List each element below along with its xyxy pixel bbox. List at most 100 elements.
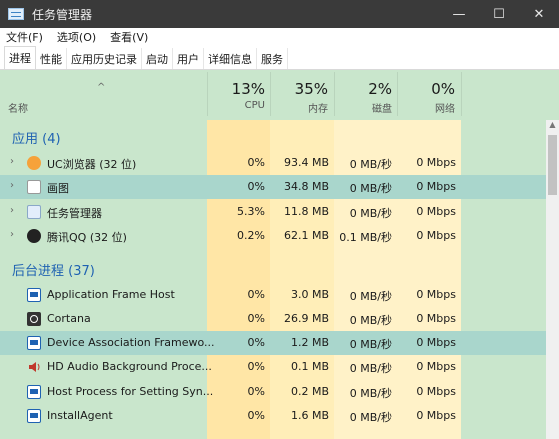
scroll-up-icon[interactable]: ▲ bbox=[546, 120, 559, 133]
table-row[interactable]: Host Process for Setting Syn... 0% 0.2 M… bbox=[0, 380, 546, 404]
disk-total-percent: 2% bbox=[368, 80, 392, 98]
window-title: 任务管理器 bbox=[32, 7, 93, 22]
memory-value: 93.4 MB bbox=[283, 156, 329, 169]
menu-bar: 文件(F) 选项(O) 查看(V) bbox=[0, 28, 559, 46]
memory-value: 34.8 MB bbox=[283, 180, 329, 193]
network-value: 0 Mbps bbox=[416, 360, 456, 373]
cpu-value: 0% bbox=[247, 180, 265, 193]
window-icon bbox=[27, 336, 41, 350]
window-icon bbox=[27, 409, 41, 423]
process-name: 任务管理器 bbox=[47, 207, 102, 220]
close-button[interactable]: ✕ bbox=[519, 0, 559, 28]
disk-value: 0 MB/秒 bbox=[349, 207, 392, 220]
memory-value: 0.2 MB bbox=[290, 385, 329, 398]
network-value: 0 Mbps bbox=[416, 409, 456, 422]
scrollbar-thumb[interactable] bbox=[548, 135, 557, 195]
window-icon bbox=[27, 288, 41, 302]
network-value: 0 Mbps bbox=[416, 180, 456, 193]
process-name: Device Association Framewo... bbox=[47, 336, 215, 349]
column-network-header[interactable]: 0% 网络 bbox=[395, 80, 455, 115]
tab-services[interactable]: 服务 bbox=[257, 48, 288, 69]
speaker-icon bbox=[27, 360, 41, 374]
disk-value: 0.1 MB/秒 bbox=[339, 231, 392, 244]
process-name: HD Audio Background Proce... bbox=[47, 360, 212, 373]
disk-value: 0 MB/秒 bbox=[349, 362, 392, 375]
expand-chevron-icon[interactable]: › bbox=[10, 156, 14, 167]
cpu-value: 0% bbox=[247, 360, 265, 373]
cpu-label: CPU bbox=[244, 100, 265, 111]
expand-chevron-icon[interactable]: › bbox=[10, 229, 14, 240]
tab-details[interactable]: 详细信息 bbox=[204, 48, 257, 69]
network-total-percent: 0% bbox=[431, 80, 455, 98]
minimize-button[interactable]: — bbox=[439, 0, 479, 28]
table-row[interactable]: › 任务管理器 5.3% 11.8 MB 0 MB/秒 0 Mbps bbox=[0, 200, 546, 224]
memory-value: 11.8 MB bbox=[283, 205, 329, 218]
process-name: Cortana bbox=[47, 312, 91, 325]
vertical-scrollbar[interactable]: ▲ bbox=[546, 120, 559, 439]
memory-total-percent: 35% bbox=[294, 80, 328, 98]
table-row[interactable]: › 画图 0% 34.8 MB 0 MB/秒 0 Mbps bbox=[0, 175, 546, 199]
process-name: UC浏览器 (32 位) bbox=[47, 158, 137, 171]
menu-file[interactable]: 文件(F) bbox=[6, 29, 43, 45]
network-label: 网络 bbox=[435, 104, 455, 115]
cpu-value: 0% bbox=[247, 156, 265, 169]
group-apps-header[interactable]: 应用 (4) bbox=[12, 128, 61, 147]
title-bar: 任务管理器 — ☐ ✕ bbox=[0, 0, 559, 28]
memory-value: 1.2 MB bbox=[290, 336, 329, 349]
paint-icon bbox=[27, 180, 41, 194]
expand-chevron-icon[interactable]: › bbox=[10, 180, 14, 191]
network-value: 0 Mbps bbox=[416, 156, 456, 169]
column-disk-header[interactable]: 2% 磁盘 bbox=[332, 80, 392, 115]
tab-users[interactable]: 用户 bbox=[173, 48, 204, 69]
table-row[interactable]: › UC浏览器 (32 位) 0% 93.4 MB 0 MB/秒 0 Mbps bbox=[0, 151, 546, 175]
table-row[interactable]: › 腾讯QQ (32 位) 0.2% 62.1 MB 0.1 MB/秒 0 Mb… bbox=[0, 224, 546, 248]
expand-chevron-icon[interactable]: › bbox=[10, 205, 14, 216]
memory-value: 0.1 MB bbox=[290, 360, 329, 373]
network-value: 0 Mbps bbox=[416, 385, 456, 398]
cpu-value: 0% bbox=[247, 409, 265, 422]
tab-app-history[interactable]: 应用历史记录 bbox=[67, 48, 142, 69]
disk-value: 0 MB/秒 bbox=[349, 338, 392, 351]
memory-value: 1.6 MB bbox=[290, 409, 329, 422]
tab-bar: 进程 性能 应用历史记录 启动 用户 详细信息 服务 bbox=[0, 46, 559, 70]
tab-processes[interactable]: 进程 bbox=[4, 46, 36, 69]
process-name: Application Frame Host bbox=[47, 288, 175, 301]
memory-label: 内存 bbox=[308, 104, 328, 115]
table-row[interactable]: HD Audio Background Proce... 0% 0.1 MB 0… bbox=[0, 355, 546, 379]
network-value: 0 Mbps bbox=[416, 229, 456, 242]
task-manager-app-icon bbox=[8, 8, 24, 20]
task-manager-icon bbox=[27, 205, 41, 219]
process-name: Host Process for Setting Syn... bbox=[47, 385, 214, 398]
group-background-header[interactable]: 后台进程 (37) bbox=[12, 260, 95, 279]
network-value: 0 Mbps bbox=[416, 205, 456, 218]
tab-startup[interactable]: 启动 bbox=[142, 48, 173, 69]
cortana-icon bbox=[27, 312, 41, 326]
memory-value: 62.1 MB bbox=[283, 229, 329, 242]
network-value: 0 Mbps bbox=[416, 288, 456, 301]
network-value: 0 Mbps bbox=[416, 312, 456, 325]
table-row[interactable]: Cortana 0% 26.9 MB 0 MB/秒 0 Mbps bbox=[0, 307, 546, 331]
tab-performance[interactable]: 性能 bbox=[36, 48, 67, 69]
column-memory-header[interactable]: 35% 内存 bbox=[268, 80, 328, 115]
sort-up-icon[interactable]: ^ bbox=[97, 82, 105, 93]
qq-icon bbox=[27, 229, 41, 243]
cpu-value: 0% bbox=[247, 312, 265, 325]
table-row[interactable]: InstallAgent 0% 1.6 MB 0 MB/秒 0 Mbps bbox=[0, 404, 546, 428]
cpu-value: 0% bbox=[247, 288, 265, 301]
disk-value: 0 MB/秒 bbox=[349, 182, 392, 195]
window-icon bbox=[27, 385, 41, 399]
menu-view[interactable]: 查看(V) bbox=[110, 29, 148, 45]
maximize-button[interactable]: ☐ bbox=[479, 0, 519, 28]
uc-browser-icon bbox=[27, 156, 41, 170]
cpu-value: 0% bbox=[247, 336, 265, 349]
header-divider bbox=[461, 72, 462, 116]
cpu-value: 0% bbox=[247, 385, 265, 398]
table-row[interactable]: Device Association Framewo... 0% 1.2 MB … bbox=[0, 331, 546, 355]
menu-options[interactable]: 选项(O) bbox=[57, 29, 96, 45]
disk-value: 0 MB/秒 bbox=[349, 158, 392, 171]
table-row[interactable]: Application Frame Host 0% 3.0 MB 0 MB/秒 … bbox=[0, 283, 546, 307]
cpu-total-percent: 13% bbox=[231, 80, 265, 98]
column-cpu-header[interactable]: 13% CPU bbox=[205, 80, 265, 111]
column-name-header[interactable]: 名称 bbox=[8, 100, 28, 115]
memory-value: 26.9 MB bbox=[283, 312, 329, 325]
